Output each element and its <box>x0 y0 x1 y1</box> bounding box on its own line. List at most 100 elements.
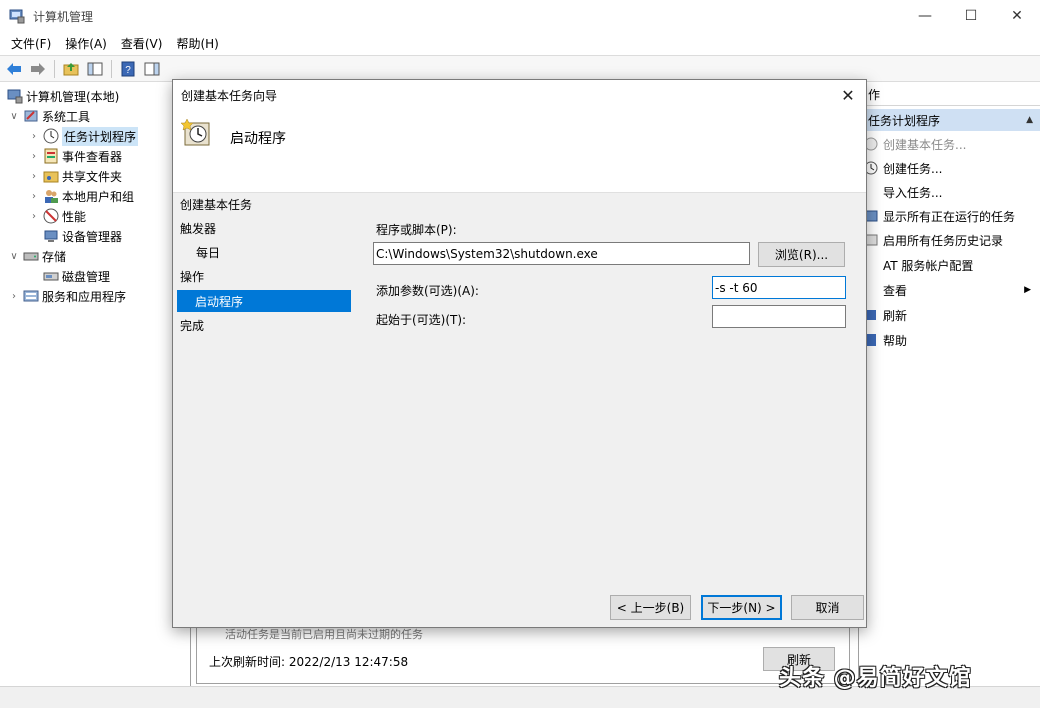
actions-header: 作 <box>859 84 1040 106</box>
step-action: 操作 <box>180 269 205 284</box>
performance-icon <box>43 208 59 224</box>
tree-item-root[interactable]: 计算机管理(本地) <box>4 86 119 106</box>
action-at-service-config[interactable]: AT 服务帐户配置 <box>859 253 1040 277</box>
cancel-button[interactable]: 取消 <box>791 595 864 620</box>
start-in-label: 起始于(可选)(T): <box>376 313 467 327</box>
svg-text:?: ? <box>125 65 131 76</box>
disk-icon <box>43 268 59 284</box>
help-icon[interactable]: ? <box>118 59 138 79</box>
tree-item-services-apps[interactable]: › 服务和应用程序 <box>8 286 126 306</box>
tree-item-system-tools[interactable]: ∨ 系统工具 <box>8 106 90 126</box>
storage-icon <box>23 248 39 264</box>
tree-item-performance[interactable]: › 性能 <box>28 206 86 226</box>
tree-item-label: 磁盘管理 <box>62 269 111 284</box>
tree-item-device-manager[interactable]: 设备管理器 <box>40 226 122 246</box>
tree-item-disk-management[interactable]: 磁盘管理 <box>40 266 110 286</box>
forward-arrow-icon[interactable] <box>28 59 48 79</box>
window-title: 计算机管理 <box>33 9 94 24</box>
action-label: 创建任务... <box>883 161 943 176</box>
chevron-right-icon[interactable]: › <box>8 291 20 302</box>
services-icon <box>23 288 39 304</box>
program-path-field[interactable]: C:\Windows\System32\shutdown.exe <box>373 242 750 265</box>
step-finish: 完成 <box>180 318 205 333</box>
action-show-running-tasks[interactable]: 显示所有正在运行的任务 <box>859 204 1040 228</box>
menu-help[interactable]: 帮助(H) <box>169 35 225 52</box>
chevron-right-icon[interactable]: › <box>28 171 40 182</box>
chevron-down-icon[interactable]: ∨ <box>8 111 20 122</box>
submenu-arrow-icon: ▶ <box>1024 285 1031 295</box>
menu-bar: 文件(F) 操作(A) 查看(V) 帮助(H) <box>0 32 1040 54</box>
chevron-down-icon[interactable]: ∨ <box>8 251 20 262</box>
args-label: 添加参数(可选)(A): <box>376 284 479 298</box>
computer-management-icon <box>9 9 25 24</box>
shared-folder-icon <box>43 168 59 184</box>
actions-section-label: 任务计划程序 <box>868 113 941 128</box>
collapse-up-icon[interactable]: ▲ <box>1026 115 1033 125</box>
tree-item-storage[interactable]: ∨ 存储 <box>8 246 66 266</box>
computer-management-icon <box>7 88 23 104</box>
action-label: 帮助 <box>883 333 908 348</box>
toolbar-divider <box>111 59 112 78</box>
action-enable-history[interactable]: 启用所有任务历史记录 <box>859 228 1040 252</box>
step-trigger: 触发器 <box>180 221 217 236</box>
show-action-pane-icon[interactable] <box>142 59 162 79</box>
up-folder-icon[interactable] <box>61 59 81 79</box>
active-tasks-description: 活动任务是当前已启用且尚未过期的任务 <box>225 628 423 641</box>
step-start-program: 启动程序 <box>177 290 351 312</box>
menu-file[interactable]: 文件(F) <box>4 35 58 52</box>
back-arrow-icon[interactable] <box>4 59 24 79</box>
dialog-close-icon[interactable]: ✕ <box>836 84 860 106</box>
watermark: 头条 @易简好文馆 <box>779 666 972 691</box>
action-create-basic-task[interactable]: 创建基本任务... <box>859 132 1040 156</box>
tree-item-label: 计算机管理(本地) <box>26 89 120 104</box>
action-view[interactable]: 查看 ▶ <box>859 278 1040 302</box>
action-import-task[interactable]: 导入任务... <box>859 180 1040 204</box>
actions-section-task-scheduler[interactable]: 任务计划程序 ▲ <box>859 109 1040 131</box>
action-refresh[interactable]: 刷新 <box>859 303 1040 327</box>
tree-item-shared-folders[interactable]: › 共享文件夹 <box>28 166 122 186</box>
event-viewer-icon <box>43 148 59 164</box>
start-in-field[interactable] <box>712 305 846 328</box>
action-help[interactable]: 帮助 <box>859 328 1040 352</box>
wizard-steps: 创建基本任务 触发器 每日 操作 启动程序 完成 <box>173 193 353 593</box>
action-label: 导入任务... <box>883 185 943 200</box>
tree-item-label: 服务和应用程序 <box>42 289 127 304</box>
action-label: 显示所有正在运行的任务 <box>883 209 1016 224</box>
tree-item-event-viewer[interactable]: › 事件查看器 <box>28 146 122 166</box>
dialog-title: 创建基本任务向导 <box>181 89 278 103</box>
create-basic-task-wizard: 创建基本任务向导 ✕ 启动程序 创建基本任务 触发器 每日 操作 启动程序 完成… <box>172 79 867 628</box>
next-button[interactable]: 下一步(N) > <box>701 595 782 620</box>
tree-item-label: 系统工具 <box>42 109 91 124</box>
tree-item-local-users[interactable]: › 本地用户和组 <box>28 186 134 206</box>
tree-item-label: 本地用户和组 <box>62 189 135 204</box>
tree-item-task-scheduler[interactable]: › 任务计划程序 <box>28 126 139 146</box>
chevron-right-icon[interactable]: › <box>28 151 40 162</box>
menu-action[interactable]: 操作(A) <box>58 35 114 52</box>
action-label: 刷新 <box>883 308 908 323</box>
action-create-task[interactable]: 创建任务... <box>859 156 1040 180</box>
chevron-right-icon[interactable]: › <box>28 191 40 202</box>
chevron-right-icon[interactable]: › <box>28 131 40 142</box>
tree-item-label: 性能 <box>62 209 87 224</box>
close-button[interactable]: ✕ <box>994 0 1040 32</box>
back-button[interactable]: < 上一步(B) <box>610 595 691 620</box>
tree-item-label: 共享文件夹 <box>62 169 123 184</box>
browse-button[interactable]: 浏览(R)... <box>758 242 845 267</box>
tree-item-label: 任务计划程序 <box>62 126 139 146</box>
tools-icon <box>23 108 39 124</box>
program-label: 程序或脚本(P): <box>376 223 457 237</box>
active-tasks-panel: 活动任务是当前已启用且尚未过期的任务 上次刷新时间: 2022/2/13 12:… <box>196 620 850 684</box>
maximize-button[interactable]: ☐ <box>948 0 994 32</box>
users-icon <box>43 188 59 204</box>
chevron-right-icon[interactable]: › <box>28 211 40 222</box>
show-hide-tree-icon[interactable] <box>85 59 105 79</box>
dialog-title-bar: 创建基本任务向导 <box>173 80 866 111</box>
action-label: 查看 <box>883 283 908 298</box>
dialog-header: 启动程序 <box>173 111 866 193</box>
action-label: AT 服务帐户配置 <box>883 258 974 273</box>
tree-item-label: 设备管理器 <box>62 229 123 244</box>
toolbar-divider <box>54 59 55 78</box>
menu-view[interactable]: 查看(V) <box>114 35 170 52</box>
minimize-button[interactable]: — <box>902 0 948 32</box>
arguments-field[interactable]: -s -t 60 <box>712 276 846 299</box>
